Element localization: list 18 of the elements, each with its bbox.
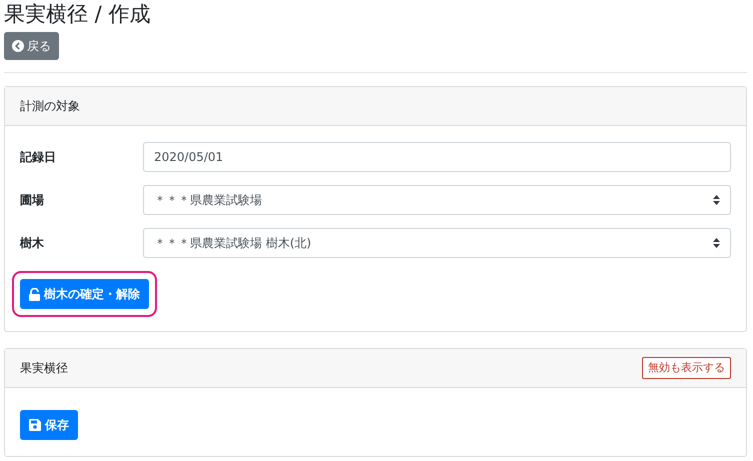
save-button[interactable]: 保存 <box>20 410 78 440</box>
back-button[interactable]: 戻る <box>4 32 59 60</box>
date-field[interactable]: 2020/05/01 <box>143 142 731 172</box>
page-title: 果実横径 / 作成 <box>4 1 152 28</box>
lock-button[interactable]: 樹木の確定・解除 <box>20 279 149 309</box>
back-icon <box>12 40 24 52</box>
field-label: 圃場 <box>20 192 45 209</box>
select-field[interactable]: ＊＊＊県農業試験場 樹木(北) <box>143 228 731 258</box>
card-header-title: 果実横径 <box>20 360 68 377</box>
dropdown-icon <box>713 195 720 205</box>
field-label: 樹木 <box>20 235 45 252</box>
unlock-icon <box>29 288 40 300</box>
show-invalid-button[interactable]: 無効も表示する <box>642 356 731 380</box>
save-icon <box>29 419 41 431</box>
card-header: 計測の対象 <box>5 87 746 126</box>
field-label: 記録日 <box>20 149 57 166</box>
dropdown-icon <box>713 238 720 248</box>
select-field[interactable]: ＊＊＊県農業試験場 <box>143 185 731 215</box>
